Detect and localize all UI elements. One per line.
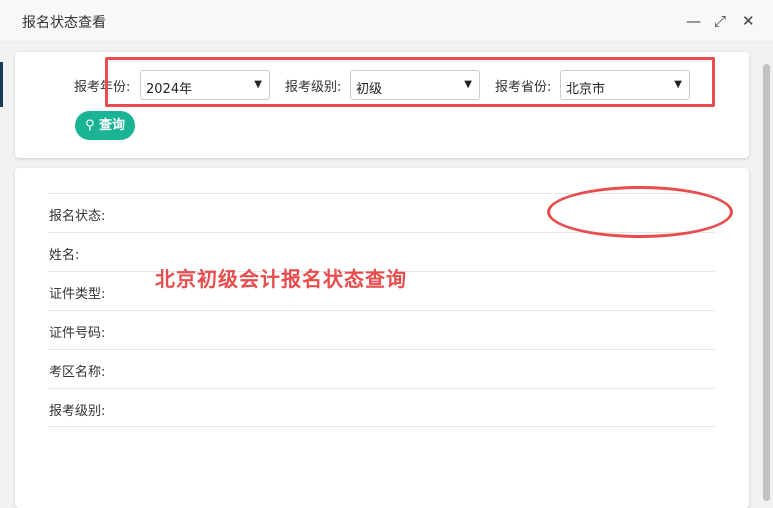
result-row: 考区名称:: [49, 349, 715, 388]
maximize-button[interactable]: ⤢: [714, 12, 726, 30]
row-label: 报名状态:: [49, 209, 106, 224]
result-row: 证件号码:: [49, 310, 715, 349]
scrollbar-thumb[interactable]: [763, 64, 770, 501]
result-row: 报考级别:: [49, 388, 715, 427]
row-label: 证件号码:: [49, 326, 106, 341]
annotation-text: 北京初级会计报名状态查询: [155, 267, 407, 291]
search-icon: ⚲: [84, 118, 95, 133]
highlight-box: [105, 57, 715, 107]
query-button[interactable]: ⚲ 查询: [75, 111, 135, 140]
background-strip: [0, 62, 3, 107]
row-label: 姓名:: [49, 248, 80, 263]
row-label: 证件类型:: [49, 287, 106, 302]
row-label: 报考级别:: [49, 404, 106, 419]
window-title: 报名状态查看: [22, 15, 106, 31]
row-label: 考区名称:: [49, 365, 106, 380]
close-button[interactable]: ✕: [742, 12, 755, 30]
window-titlebar: 报名状态查看 — ⤢ ✕: [0, 0, 773, 42]
highlight-ellipse: [547, 186, 733, 238]
minimize-button[interactable]: —: [686, 12, 701, 30]
scrollbar[interactable]: [761, 42, 773, 501]
query-button-label: 查询: [99, 118, 126, 133]
